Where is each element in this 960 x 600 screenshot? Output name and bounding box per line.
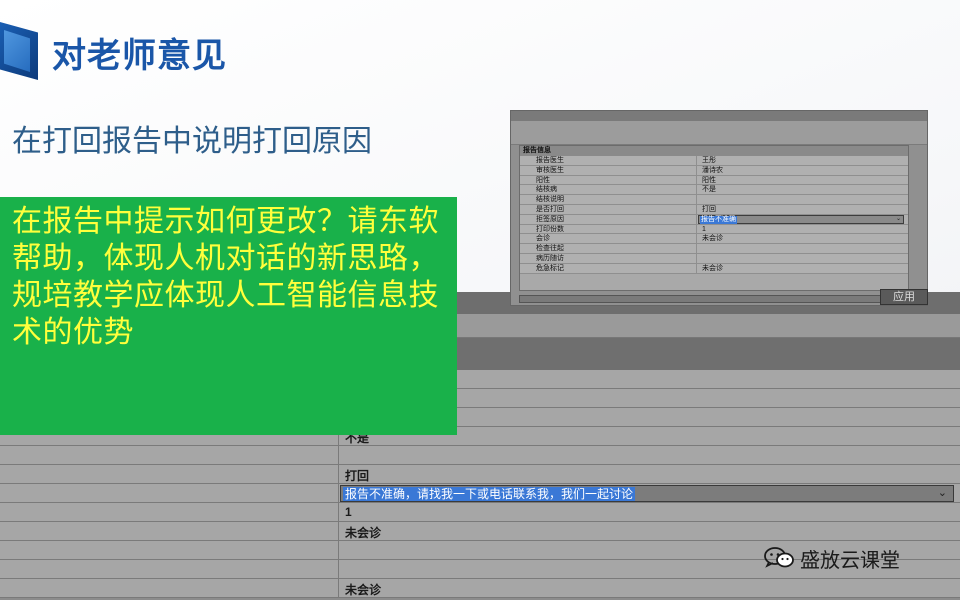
report-info-row: 阳性 阳性 — [520, 175, 908, 186]
report-info-row: 病历随访 — [520, 253, 908, 264]
zoomed-row: 打回 — [0, 465, 960, 484]
report-info-row: 打印份数 1 — [520, 224, 908, 235]
slide-title: 对老师意见 — [52, 36, 227, 76]
row-divider — [696, 156, 697, 165]
report-info-row: 检查往起 — [520, 244, 908, 254]
reject-reason-select[interactable]: 报告不准确 ⌄ — [698, 214, 904, 224]
watermark-text: 盛放云课堂 — [800, 547, 900, 572]
chevron-down-icon[interactable]: ⌄ — [938, 486, 947, 499]
zoomed-value: 未会诊 — [345, 583, 382, 597]
report-info-row: 是否打回 打回 — [520, 204, 908, 215]
report-info-row: 结核说明 — [520, 195, 908, 205]
callout-text: 在报告中提示如何更改？请东软帮助，体现人机对话的新思路，规培教学应体现人工智能信… — [12, 204, 439, 350]
zoomed-row: 1 — [0, 503, 960, 522]
report-info-value: 王彤 — [702, 157, 716, 164]
report-info-header-label: 报告信息 — [523, 147, 551, 154]
reject-reason-value-zoomed: 报告不准确，请找我一下或电话联系我，我们一起讨论 — [343, 487, 636, 501]
row-divider — [696, 224, 697, 234]
report-info-header: 报告信息 — [520, 146, 908, 156]
row-divider — [696, 253, 697, 263]
screenshot-toolbar — [511, 121, 927, 145]
row-divider — [696, 214, 697, 224]
row-divider — [696, 204, 697, 214]
report-info-value: 不是 — [702, 186, 716, 194]
row-divider — [696, 185, 697, 195]
zoomed-value: 1 — [345, 505, 352, 519]
zoomed-row: 报告不准确，请找我一下或电话联系我，我们一起讨论 ⌄ — [0, 484, 960, 503]
zoomed-value: 打回 — [345, 469, 370, 483]
report-info-label: 报告医生 — [536, 157, 564, 164]
report-info-label: 危急标记 — [536, 264, 564, 272]
report-info-row: 危急标记 未会诊 — [520, 263, 908, 274]
row-divider — [696, 244, 697, 253]
report-info-row: 会诊 未会诊 — [520, 234, 908, 245]
row-divider — [696, 263, 697, 273]
zoomed-value-cell — [338, 579, 960, 597]
report-info-label: 病历随访 — [536, 254, 564, 262]
report-info-value: 潘诗农 — [702, 166, 723, 174]
zoomed-row: 未会诊 — [0, 579, 960, 598]
report-info-value: 未会诊 — [702, 264, 723, 272]
reject-reason-value: 报告不准确 — [700, 215, 737, 224]
wechat-icon — [764, 547, 794, 569]
apply-button[interactable]: 应用 — [880, 289, 928, 305]
row-divider — [696, 165, 697, 175]
chevron-down-icon[interactable]: ⌄ — [896, 215, 901, 222]
zoomed-row: 未会诊 — [0, 522, 960, 541]
report-info-panel: 报告信息 报告医生 王彤 审核医生 潘诗农 阳性 阳性 结核病 不是 结核说明 是否打回 打回 拒签原… — [519, 145, 909, 291]
report-info-label: 审核医生 — [536, 166, 564, 174]
zoomed-value-cell — [338, 503, 960, 521]
watermark: 盛放云课堂 — [764, 545, 900, 572]
report-info-screenshot: 报告信息 报告医生 王彤 审核医生 潘诗农 阳性 阳性 结核病 不是 结核说明 是否打回 打回 拒签原… — [510, 110, 928, 306]
screenshot-topband — [511, 111, 927, 121]
zoomed-value-cell — [338, 465, 960, 483]
report-info-label: 阳性 — [536, 176, 550, 184]
zoomed-value-cell — [338, 522, 960, 540]
suggestion-callout: 在报告中提示如何更改？请东软帮助，体现人机对话的新思路，规培教学应体现人工智能信… — [0, 197, 457, 435]
report-info-row: 结核病 不是 — [520, 185, 908, 196]
row-divider — [696, 195, 697, 204]
report-info-label: 拒签原因 — [536, 215, 564, 223]
zoomed-value: 未会诊 — [345, 526, 382, 540]
report-info-row: 审核医生 潘诗农 — [520, 165, 908, 176]
report-info-label: 会诊 — [536, 235, 550, 243]
reject-reason-select-zoomed[interactable]: 报告不准确，请找我一下或电话联系我，我们一起讨论 ⌄ — [340, 485, 954, 502]
report-info-value: 1 — [702, 225, 706, 233]
zoomed-row — [0, 446, 960, 465]
report-info-row: 报告医生 王彤 — [520, 156, 908, 166]
row-divider — [696, 175, 697, 185]
zoomed-value-cell — [338, 446, 960, 464]
report-info-rows: 报告医生 王彤审核医生 潘诗农阳性 阳性结核病 不是结核说明 是否打回 打回拒签原因 报告不准… — [520, 156, 908, 274]
report-info-value: 阳性 — [702, 176, 716, 184]
row-divider — [696, 234, 697, 244]
report-info-row: 拒签原因 报告不准确 ⌄ — [520, 214, 908, 225]
screenshot-scrollbar[interactable] — [519, 295, 899, 303]
report-info-label: 结核病 — [536, 186, 557, 194]
slide-subtitle: 在打回报告中说明打回原因 — [12, 124, 372, 159]
report-info-value: 打回 — [702, 205, 716, 213]
report-info-label: 打印份数 — [536, 225, 564, 233]
report-info-value: 未会诊 — [702, 235, 723, 243]
report-info-label: 是否打回 — [536, 205, 564, 213]
report-info-label: 结核说明 — [536, 196, 564, 204]
report-info-label: 检查往起 — [536, 245, 564, 253]
